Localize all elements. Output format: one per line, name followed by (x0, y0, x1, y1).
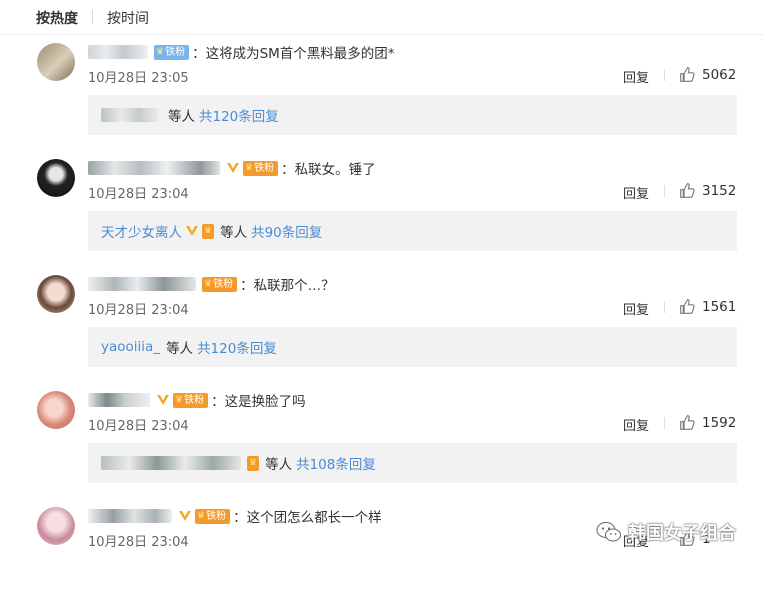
comment-item: ♛ 铁粉 ：这将成为SM首个黑料最多的团* 10月28日 23:05 回复 506… (0, 34, 764, 150)
fan-badge: ♛ 铁粉 (195, 508, 231, 524)
avatar[interactable] (37, 43, 75, 81)
comment-text: ：私联女。锤了 (281, 162, 376, 178)
reply-button[interactable]: 回复 (623, 67, 649, 86)
reply-summary[interactable]: 天才少女离人 ♛ 等人 共90条回复 (88, 211, 737, 251)
reply-etc-label: 等人 (166, 341, 194, 357)
crown-icon: ♛ (204, 225, 213, 236)
comment-text: ：这是换脸了吗 (211, 394, 306, 410)
reply-button[interactable]: 回复 (623, 183, 649, 202)
avatar[interactable] (37, 275, 75, 313)
reply-count-link[interactable]: 共90条回复 (251, 221, 322, 241)
vip-v-icon (227, 163, 239, 173)
comment-item: ♛ 铁粉 ：私联女。锤了 10月28日 23:04 回复 3152 天才少女离人 … (0, 150, 764, 266)
comment-date: 10月28日 23:04 (88, 303, 189, 318)
fan-badge: ♛ 铁粉 (173, 392, 209, 408)
blurred-username (101, 456, 241, 470)
like-count: 1561 (702, 298, 737, 315)
reply-count-link[interactable]: 共108条回复 (296, 453, 376, 473)
fan-badge: ♛ 铁粉 (243, 160, 279, 176)
reply-count-link[interactable]: 共120条回复 (197, 337, 277, 357)
reply-username[interactable]: 天才少女离人 (101, 221, 182, 241)
like-button[interactable]: 1561 (679, 298, 736, 315)
thumb-up-icon (680, 415, 695, 430)
blurred-username (101, 108, 159, 122)
comment-text: ：这个团怎么都长一个样 (233, 510, 382, 526)
fan-badge: ♛ 铁粉 (202, 276, 238, 292)
comment-text: ：这将成为SM首个黑料最多的团* (192, 46, 395, 62)
reply-username[interactable]: yaooiiia_ (101, 339, 160, 355)
divider (664, 417, 665, 429)
crown-icon: ♛ (249, 457, 258, 468)
blurred-username[interactable] (88, 277, 196, 291)
reply-summary[interactable]: yaooiiia_ 等人 共120条回复 (88, 327, 737, 367)
crown-icon: ♛ (156, 46, 165, 57)
reply-etc-label: 等人 (220, 225, 248, 241)
thumb-up-icon (680, 183, 695, 198)
vip-v-icon (179, 511, 191, 521)
comment-item: ♛ 铁粉 ：私联那个…？ 10月28日 23:04 回复 1561 yaooiii… (0, 266, 764, 382)
blurred-username[interactable] (88, 509, 172, 523)
comment-date: 10月28日 23:04 (88, 187, 189, 202)
comment-item: ♛ 铁粉 ：这是换脸了吗 10月28日 23:04 回复 1592 ♛ 等人 共1… (0, 382, 764, 498)
sort-by-hot-tab[interactable]: 按热度 (36, 8, 78, 28)
fan-badge-crown: ♛ (202, 223, 215, 239)
divider (664, 301, 665, 313)
sort-divider (92, 10, 93, 24)
like-count: 3152 (702, 182, 737, 199)
reply-button[interactable]: 回复 (623, 415, 649, 434)
like-count: 1592 (702, 414, 737, 431)
crown-icon: ♛ (197, 510, 206, 521)
vip-v-icon (186, 226, 198, 236)
divider (664, 185, 665, 197)
comment-item: ♛ 铁粉 ：这个团怎么都长一个样 10月28日 23:04 回复 1 (0, 498, 764, 614)
like-button[interactable]: 3152 (679, 182, 736, 199)
avatar[interactable] (37, 159, 75, 197)
comment-date: 10月28日 23:04 (88, 419, 189, 434)
fan-badge: ♛ 铁粉 (154, 44, 190, 60)
comment-text: ：私联那个…？ (240, 278, 335, 294)
crown-icon: ♛ (204, 278, 213, 289)
like-button[interactable]: 5062 (679, 66, 736, 83)
comment-date: 10月28日 23:04 (88, 535, 189, 550)
crown-icon: ♛ (175, 394, 184, 405)
blurred-username[interactable] (88, 393, 150, 407)
reply-button[interactable]: 回复 (623, 299, 649, 318)
avatar[interactable] (37, 391, 75, 429)
avatar[interactable] (37, 507, 75, 545)
watermark: 韩国女子组合 (596, 519, 736, 545)
crown-icon: ♛ (245, 162, 254, 173)
reply-summary[interactable]: 等人 共120条回复 (88, 95, 737, 135)
reply-etc-label: 等人 (265, 457, 293, 473)
sort-bar: 按热度 按时间 (0, 0, 764, 35)
thumb-up-icon (680, 299, 695, 314)
watermark-text: 韩国女子组合 (628, 523, 736, 544)
blurred-username[interactable] (88, 161, 220, 175)
comment-date: 10月28日 23:05 (88, 71, 189, 86)
blurred-username[interactable] (88, 45, 148, 59)
sort-by-time-tab[interactable]: 按时间 (107, 8, 149, 28)
reply-summary[interactable]: ♛ 等人 共108条回复 (88, 443, 737, 483)
fan-badge-crown: ♛ (247, 455, 260, 471)
thumb-up-icon (680, 67, 695, 82)
vip-v-icon (157, 395, 169, 405)
divider (664, 69, 665, 81)
wechat-icon (596, 522, 621, 542)
like-button[interactable]: 1592 (679, 414, 736, 431)
reply-count-link[interactable]: 共120条回复 (199, 105, 279, 125)
reply-etc-label: 等人 (168, 109, 195, 125)
like-count: 5062 (702, 66, 737, 83)
